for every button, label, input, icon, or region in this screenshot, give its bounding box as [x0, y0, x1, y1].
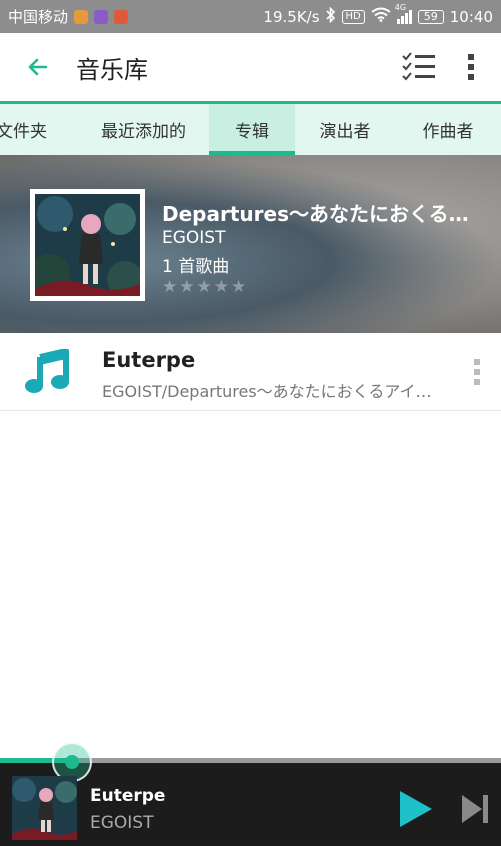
star-icon[interactable]: ★: [214, 277, 229, 297]
carrier-label: 中国移动: [8, 8, 69, 26]
star-icon[interactable]: ★: [162, 277, 177, 297]
player-cover-art[interactable]: [12, 776, 77, 840]
appbar-actions: [395, 43, 501, 91]
song-title: Euterpe: [102, 348, 196, 372]
tab-albums[interactable]: 专辑: [209, 104, 295, 155]
tab-label: 最近添加的: [101, 122, 186, 142]
list-item[interactable]: Euterpe EGOIST/Departures～あなたにおくるアイの歌～: [0, 333, 501, 411]
player-song-title: Euterpe: [90, 786, 166, 806]
cell-signal-icon: 4G: [395, 3, 412, 24]
album-cover[interactable]: [30, 189, 145, 301]
tab-label: 作曲者: [422, 122, 474, 142]
tab-label: 专辑: [235, 122, 269, 142]
more-vert-icon: [474, 359, 480, 385]
status-bar: 中国移动 19.5K/s HD 4G 59 10:40: [0, 0, 501, 33]
album-song-count: 1 首歌曲: [162, 257, 230, 277]
notification-app-icon: [74, 9, 89, 24]
more-options-button[interactable]: [447, 43, 495, 91]
notification-gallery-icon: [94, 9, 109, 24]
more-vert-icon: [468, 54, 474, 80]
song-more-button[interactable]: [465, 355, 489, 389]
network-speed: 19.5K/s: [263, 7, 320, 26]
album-header: Departures～あなたにおくるアイの歌～ EGOIST 1 首歌曲 ★ ★…: [0, 155, 501, 333]
player-artist: EGOIST: [90, 813, 154, 833]
song-subtitle: EGOIST/Departures～あなたにおくるアイの歌～: [102, 382, 442, 401]
play-icon: [400, 791, 432, 827]
app-bar: 音乐库: [0, 33, 501, 101]
status-left: 中国移动: [8, 6, 129, 27]
tab-artists[interactable]: 演出者: [295, 104, 395, 155]
page-title: 音乐库: [76, 55, 148, 84]
next-button[interactable]: [458, 790, 492, 828]
music-note-icon: [25, 349, 69, 393]
skip-next-icon: [462, 795, 488, 823]
status-right: 19.5K/s HD 4G 59 10:40: [263, 3, 493, 27]
tab-recently-added[interactable]: 最近添加的: [78, 104, 209, 155]
progress-knob-dot: [65, 755, 79, 769]
tab-composers[interactable]: 作曲者: [395, 104, 501, 155]
clock: 10:40: [449, 7, 493, 26]
star-icon[interactable]: ★: [197, 277, 212, 297]
wifi-icon: [371, 7, 391, 26]
network-type: 4G: [394, 3, 407, 12]
multi-select-button[interactable]: [395, 43, 443, 91]
battery-indicator: 59: [417, 9, 444, 24]
album-title: Departures～あなたにおくるアイの歌～: [162, 202, 482, 226]
album-cover-art: [30, 194, 143, 297]
library-tabs: 文件夹 最近添加的 专辑 演出者 作曲者: [0, 101, 501, 155]
mini-player[interactable]: Euterpe EGOIST: [0, 742, 501, 846]
play-button[interactable]: [396, 788, 436, 830]
star-icon[interactable]: ★: [231, 277, 246, 297]
bluetooth-icon: [325, 6, 336, 27]
tab-label: 文件夹: [0, 122, 47, 142]
back-arrow-icon: [28, 58, 48, 76]
notification-tool-icon: [114, 9, 129, 24]
hd-badge: HD: [341, 9, 365, 24]
multi-select-icon: [402, 52, 435, 81]
album-artist: EGOIST: [162, 228, 226, 248]
tab-label: 演出者: [319, 122, 371, 142]
tab-folders[interactable]: 文件夹: [0, 104, 78, 155]
back-button[interactable]: [20, 49, 56, 85]
star-icon[interactable]: ★: [179, 277, 194, 297]
rating-stars[interactable]: ★ ★ ★ ★ ★: [162, 277, 246, 297]
